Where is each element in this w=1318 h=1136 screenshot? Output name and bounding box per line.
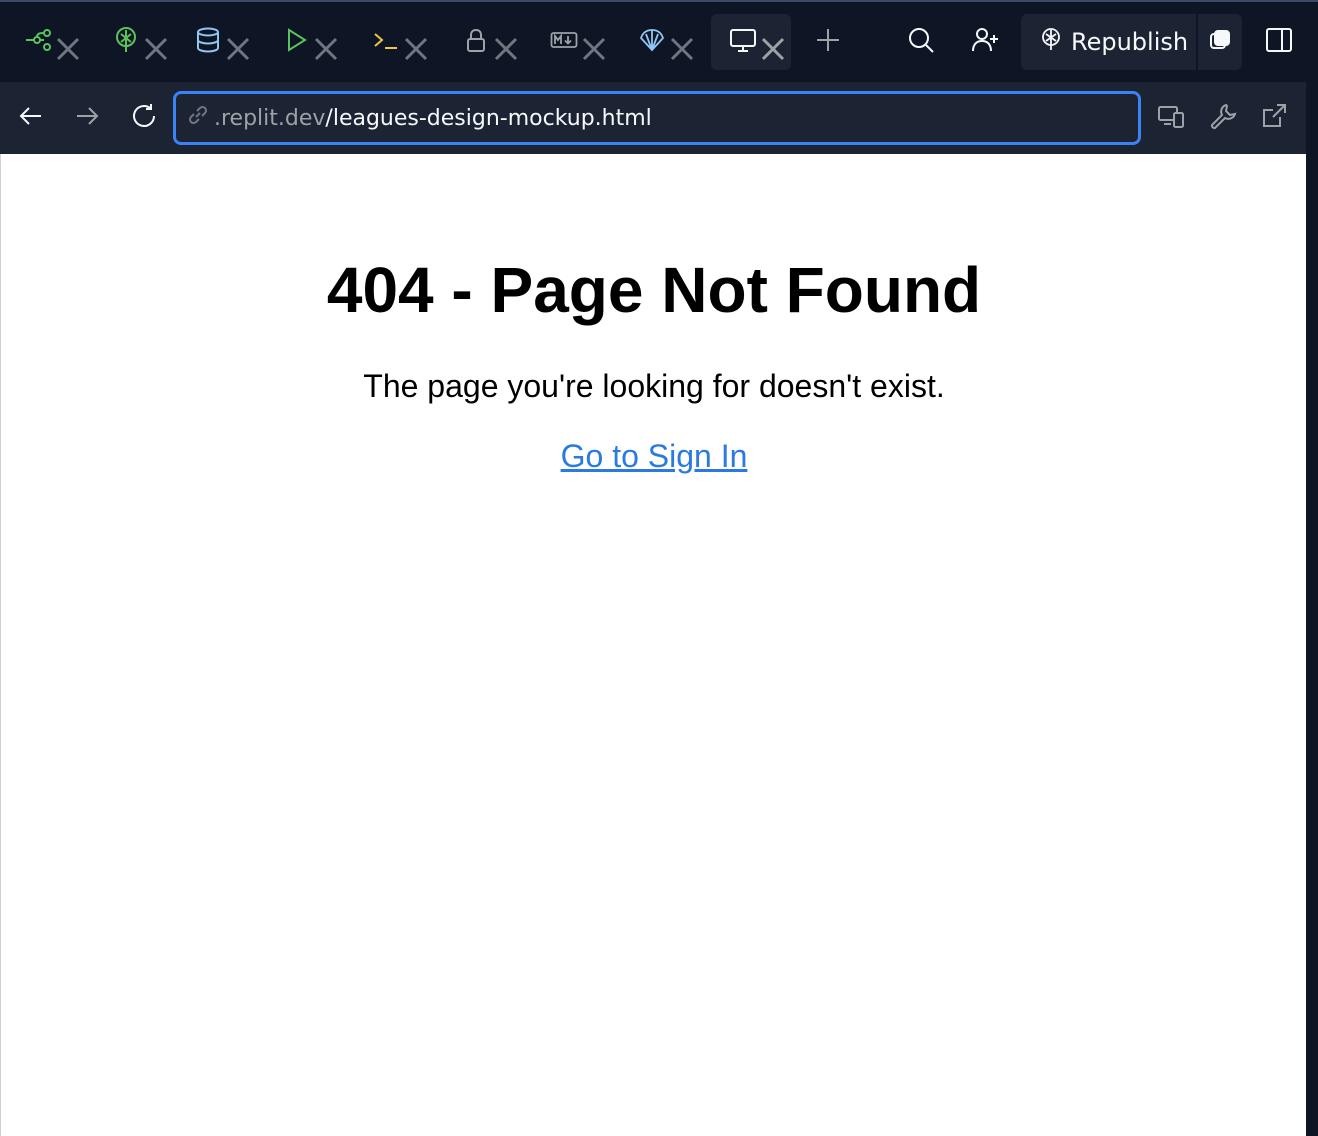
plus-icon	[814, 26, 842, 59]
close-icon[interactable]	[580, 35, 606, 61]
republish-label: Republish	[1071, 28, 1189, 56]
url-path: /leagues-design-mockup.html	[325, 105, 652, 131]
sidebar-panel-icon	[1265, 26, 1293, 59]
git-branch-icon	[24, 26, 52, 59]
reload-icon	[130, 102, 158, 135]
devices-button[interactable]	[1146, 94, 1196, 142]
close-icon[interactable]	[54, 35, 80, 61]
tab-markdown[interactable]	[532, 14, 612, 70]
close-icon[interactable]	[312, 35, 338, 61]
close-icon[interactable]	[224, 35, 250, 61]
replit-workspace: Republish .replit.dev /leagues-design-mo…	[0, 0, 1318, 1136]
tab-shell[interactable]	[354, 14, 434, 70]
run-play-icon	[282, 26, 310, 59]
close-icon[interactable]	[402, 35, 428, 61]
link-icon	[186, 103, 214, 133]
database-icon	[194, 26, 222, 59]
new-tab-button[interactable]	[803, 14, 853, 70]
close-icon[interactable]	[142, 35, 168, 61]
stacked-square-icon	[1208, 28, 1232, 57]
lock-icon	[462, 26, 490, 59]
tab-webview[interactable]	[711, 14, 791, 70]
close-icon[interactable]	[492, 35, 518, 61]
devices-icon	[1157, 102, 1185, 135]
search-button[interactable]	[896, 14, 946, 70]
monitor-webview-icon	[729, 26, 757, 59]
tab-git[interactable]	[6, 14, 86, 70]
error-message: The page you're looking for doesn't exis…	[363, 368, 945, 404]
deploy-icon	[1039, 27, 1071, 57]
toggle-sidebar-button[interactable]	[1256, 14, 1302, 70]
url-input[interactable]: .replit.dev/leagues-design-mockup.html	[173, 91, 1141, 145]
forward-button[interactable]	[62, 94, 112, 142]
close-icon[interactable]	[759, 35, 785, 61]
wrench-icon	[1209, 102, 1237, 135]
external-link-icon	[1260, 102, 1288, 135]
close-icon[interactable]	[668, 35, 694, 61]
arrow-right-icon	[73, 102, 101, 135]
back-button[interactable]	[6, 94, 56, 142]
page-title: 404 - Page Not Found	[326, 254, 982, 326]
republish-button[interactable]: Republish	[1021, 14, 1196, 70]
deploy-tree-icon	[112, 26, 140, 59]
sign-in-link[interactable]: Go to Sign In	[561, 438, 748, 474]
arrow-left-icon	[17, 102, 45, 135]
tab-agent[interactable]	[620, 14, 700, 70]
reload-button[interactable]	[119, 94, 169, 142]
invite-button[interactable]	[960, 14, 1010, 70]
webview-content: 404 - Page Not Found The page you're loo…	[0, 154, 1306, 1136]
markdown-icon	[550, 26, 578, 59]
devtools-button[interactable]	[1198, 94, 1248, 142]
url-domain: .replit.dev	[214, 105, 326, 131]
webview-pane: .replit.dev/leagues-design-mockup.html 4…	[0, 82, 1306, 1136]
tab-bar: Republish	[0, 2, 1318, 82]
tab-database[interactable]	[176, 14, 256, 70]
open-new-tab-button[interactable]	[1249, 94, 1299, 142]
url-toolbar: .replit.dev/leagues-design-mockup.html	[0, 82, 1306, 154]
tab-console[interactable]	[264, 14, 344, 70]
shell-agent-icon	[638, 26, 666, 59]
add-user-icon	[971, 26, 999, 59]
tab-deployments[interactable]	[94, 14, 174, 70]
search-icon	[907, 26, 935, 59]
shell-prompt-icon	[372, 26, 400, 59]
tab-secrets[interactable]	[444, 14, 524, 70]
sign-in-link-wrap: Go to Sign In	[1, 436, 1307, 476]
publish-options-button[interactable]	[1198, 14, 1242, 70]
